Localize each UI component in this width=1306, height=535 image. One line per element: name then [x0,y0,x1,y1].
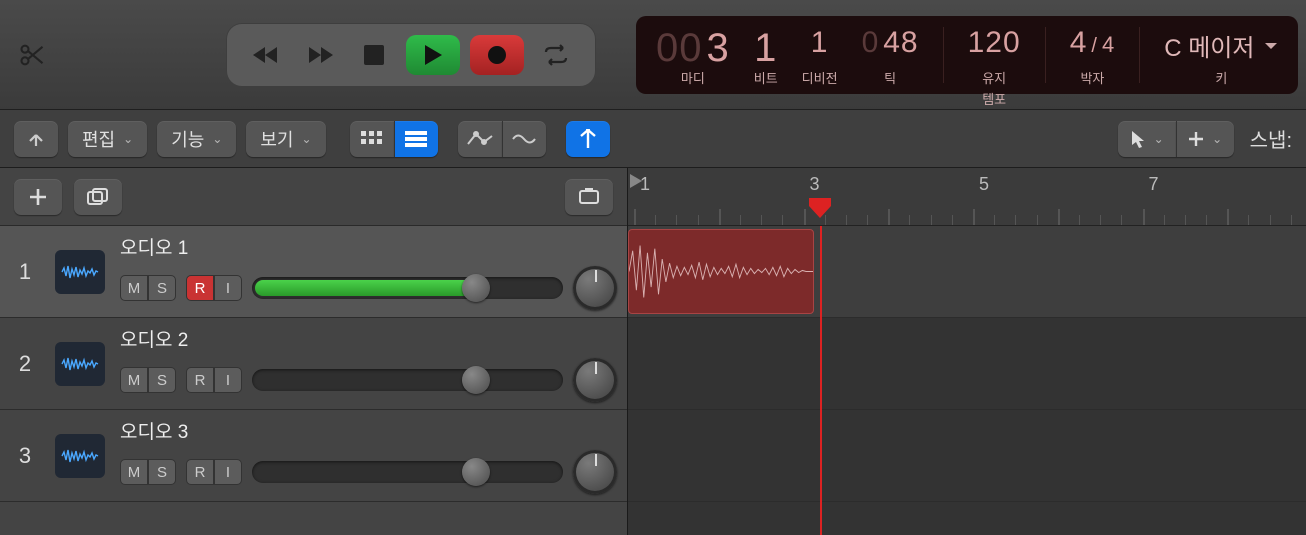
function-menu[interactable]: 기능⌄ [157,121,236,157]
volume-slider[interactable] [252,369,563,391]
track-row[interactable]: 2 오디오 2 M S R I [0,318,627,410]
timeline-ruler[interactable]: 1 3 5 7 [628,168,1306,226]
arrange-lane[interactable] [628,226,1306,318]
solo-button[interactable]: S [148,275,176,301]
audio-waveform-icon [61,354,99,374]
input-monitor-button[interactable]: I [214,275,242,301]
lcd-tempo[interactable]: 120 유지 템포 [968,26,1021,108]
solo-button[interactable]: S [148,367,176,393]
track-number: 1 [0,226,50,317]
input-monitor-button[interactable]: I [214,459,242,485]
track-name-label: 오디오 3 [120,417,617,444]
region-waveform-icon [629,230,813,313]
track-list-header [0,168,627,226]
solo-button[interactable]: S [148,459,176,485]
mute-button[interactable]: M [120,459,148,485]
catch-playhead-button[interactable] [566,121,610,157]
snap-label: 스냅: [1250,124,1292,153]
scissors-tool-icon[interactable] [18,35,46,75]
track-name-label: 오디오 2 [120,325,617,352]
list-view-button[interactable] [394,121,438,157]
grid-view-button[interactable] [350,121,394,157]
volume-slider[interactable] [252,461,563,483]
volume-slider[interactable] [252,277,563,299]
pan-knob[interactable] [573,450,617,494]
mute-button[interactable]: M [120,275,148,301]
back-up-button[interactable] [14,121,58,157]
lcd-position-bar[interactable]: 003 마디 [656,26,730,87]
track-number: 2 [0,318,50,409]
track-row[interactable]: 1 오디오 1 M S R I [0,226,627,318]
lcd-position-division[interactable]: 1 디비전 [802,26,838,87]
stop-button[interactable] [352,33,396,77]
pan-knob[interactable] [573,358,617,402]
rewind-button[interactable] [244,33,288,77]
lcd-position-tick[interactable]: 048 틱 [862,26,919,87]
ruler-bar-number: 5 [979,174,989,195]
flex-button[interactable] [502,121,546,157]
add-tool-button[interactable]: ⌄ [1176,121,1234,157]
arrange-lane[interactable] [628,318,1306,410]
ruler-bar-number: 1 [640,174,650,195]
track-icon[interactable] [50,226,110,317]
ruler-bar-number: 7 [1149,174,1159,195]
track-icon[interactable] [50,410,110,501]
add-track-button[interactable] [14,179,62,215]
transport-controls [226,23,596,87]
automation-button[interactable] [458,121,502,157]
arrange-area: 1 3 5 7 [628,168,1306,535]
audio-waveform-icon [61,446,99,466]
global-tracks-button[interactable] [565,179,613,215]
record-enable-button[interactable]: R [186,367,214,393]
edit-menu[interactable]: 편집⌄ [68,121,147,157]
record-button[interactable] [470,35,524,75]
audio-waveform-icon [61,262,99,282]
track-name-label: 오디오 1 [120,233,617,260]
pointer-tool-button[interactable]: ⌄ [1118,121,1176,157]
play-button[interactable] [406,35,460,75]
audio-region[interactable] [628,229,814,314]
arrange-lanes[interactable] [628,226,1306,535]
lcd-display: 003 마디 1 비트 1 디비전 048 틱 120 유지 템포 4/4 박자 [636,16,1298,94]
lcd-timesig[interactable]: 4/4 박자 [1070,26,1116,87]
lcd-position-beat[interactable]: 1 비트 [754,26,778,87]
view-menu[interactable]: 보기⌄ [246,121,325,157]
secondary-toolbar: 편집⌄ 기능⌄ 보기⌄ ⌄ ⌄ 스냅: [0,110,1306,168]
track-row[interactable]: 3 오디오 3 M S R I [0,410,627,502]
playhead-marker-icon[interactable] [809,198,831,220]
cycle-button[interactable] [534,33,578,77]
lcd-key[interactable]: C 메이저 키 [1164,26,1278,87]
duplicate-track-button[interactable] [74,179,122,215]
fast-forward-button[interactable] [298,33,342,77]
track-icon[interactable] [50,318,110,409]
ruler-bar-number: 3 [810,174,820,195]
track-list-panel: 1 오디오 1 M S R I [0,168,628,535]
record-enable-button[interactable]: R [186,459,214,485]
work-area: 1 오디오 1 M S R I [0,168,1306,535]
input-monitor-button[interactable]: I [214,367,242,393]
arrange-lane[interactable] [628,410,1306,502]
record-enable-button[interactable]: R [186,275,214,301]
top-toolbar: 003 마디 1 비트 1 디비전 048 틱 120 유지 템포 4/4 박자 [0,0,1306,110]
chevron-down-icon [1264,41,1278,51]
track-number: 3 [0,410,50,501]
pan-knob[interactable] [573,266,617,310]
mute-button[interactable]: M [120,367,148,393]
